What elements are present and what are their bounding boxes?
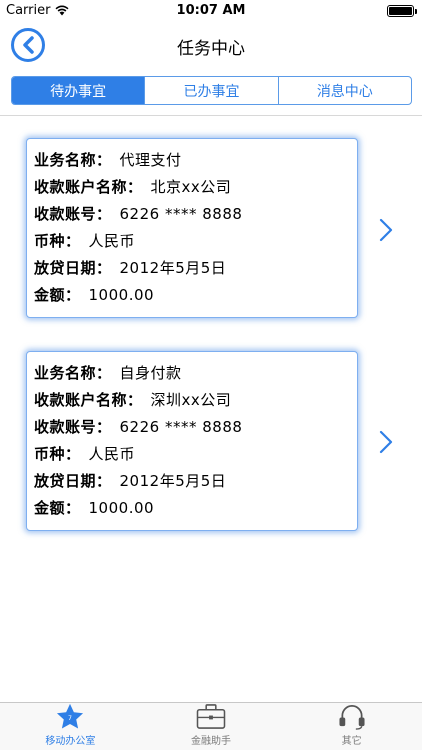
row-value: 1000.00 bbox=[88, 286, 155, 304]
tab-messages[interactable]: 消息中心 bbox=[279, 77, 411, 104]
segmented-control: 待办事宜 已办事宜 消息中心 bbox=[11, 76, 412, 105]
card-row: 收款账号： 6226 **** 8888 bbox=[34, 414, 357, 441]
card-row: 收款账号： 6226 **** 8888 bbox=[34, 201, 357, 228]
row-label: 金额： bbox=[34, 286, 81, 304]
row-label: 放贷日期： bbox=[34, 472, 112, 490]
card-row: 金额： 1000.00 bbox=[34, 282, 357, 309]
card-row: 金额： 1000.00 bbox=[34, 495, 357, 522]
card-row: 收款账户名称： 北京xx公司 bbox=[34, 174, 357, 201]
card-row: 放贷日期： 2012年5月5日 bbox=[34, 468, 357, 495]
row-label: 收款账户名称： bbox=[34, 178, 143, 196]
row-value: 深圳xx公司 bbox=[150, 391, 232, 409]
battery-icon bbox=[387, 5, 417, 17]
star-icon: 7 bbox=[57, 703, 84, 729]
card-row: 币种： 人民币 bbox=[34, 441, 357, 468]
row-value: 代理支付 bbox=[119, 151, 182, 169]
card-row: 放贷日期： 2012年5月5日 bbox=[34, 255, 357, 282]
tabbar-item-mobile-office[interactable]: 7 移动办公室 bbox=[0, 703, 141, 750]
row-label: 收款账号： bbox=[34, 205, 112, 223]
row-label: 收款账户名称： bbox=[34, 391, 143, 409]
row-label: 收款账号： bbox=[34, 418, 112, 436]
divider bbox=[0, 115, 422, 116]
tabbar-item-finance-assistant[interactable]: 金融助手 bbox=[141, 703, 282, 750]
row-value: 6226 **** 8888 bbox=[119, 418, 243, 436]
card-row: 收款账户名称： 深圳xx公司 bbox=[34, 387, 357, 414]
row-label: 放贷日期： bbox=[34, 259, 112, 277]
tab-pending[interactable]: 待办事宜 bbox=[12, 77, 146, 104]
row-label: 金额： bbox=[34, 499, 81, 517]
row-value: 2012年5月5日 bbox=[119, 472, 227, 490]
tab-bar: 7 移动办公室 金融助手 其它 bbox=[0, 702, 422, 750]
tabbar-item-other[interactable]: 其它 bbox=[281, 703, 422, 750]
row-label: 业务名称： bbox=[34, 364, 112, 382]
card-row: 币种： 人民币 bbox=[34, 228, 357, 255]
navigation-bar: 任务中心 bbox=[0, 22, 422, 68]
row-value: 6226 **** 8888 bbox=[119, 205, 243, 223]
svg-text:7: 7 bbox=[68, 715, 72, 722]
tabbar-label: 金融助手 bbox=[191, 736, 231, 747]
row-value: 自身付款 bbox=[119, 364, 182, 382]
headset-icon bbox=[339, 705, 365, 730]
chevron-right-icon[interactable] bbox=[378, 429, 394, 455]
row-value: 2012年5月5日 bbox=[119, 259, 227, 277]
row-value: 人民币 bbox=[88, 232, 136, 250]
status-time: 10:07 AM bbox=[176, 3, 246, 18]
briefcase-icon bbox=[196, 704, 226, 729]
status-bar: Carrier 10:07 AM bbox=[0, 0, 422, 22]
tab-completed[interactable]: 已办事宜 bbox=[145, 77, 279, 104]
task-card[interactable]: 业务名称： 自身付款 收款账户名称： 深圳xx公司 收款账号： 6226 **** 8… bbox=[26, 351, 358, 531]
row-label: 币种： bbox=[34, 232, 81, 250]
row-value: 北京xx公司 bbox=[150, 178, 232, 196]
task-card[interactable]: 业务名称： 代理支付 收款账户名称： 北京xx公司 收款账号： 6226 **** 8… bbox=[26, 138, 358, 318]
tabbar-label: 其它 bbox=[341, 736, 362, 747]
chevron-right-icon[interactable] bbox=[378, 217, 394, 243]
card-row: 业务名称： 自身付款 bbox=[34, 360, 357, 387]
row-value: 1000.00 bbox=[88, 499, 155, 517]
row-label: 币种： bbox=[34, 445, 81, 463]
card-row: 业务名称： 代理支付 bbox=[34, 147, 357, 174]
row-value: 人民币 bbox=[88, 445, 136, 463]
page-title: 任务中心 bbox=[177, 39, 245, 59]
tabbar-label: 移动办公室 bbox=[45, 736, 96, 747]
row-label: 业务名称： bbox=[34, 151, 112, 169]
